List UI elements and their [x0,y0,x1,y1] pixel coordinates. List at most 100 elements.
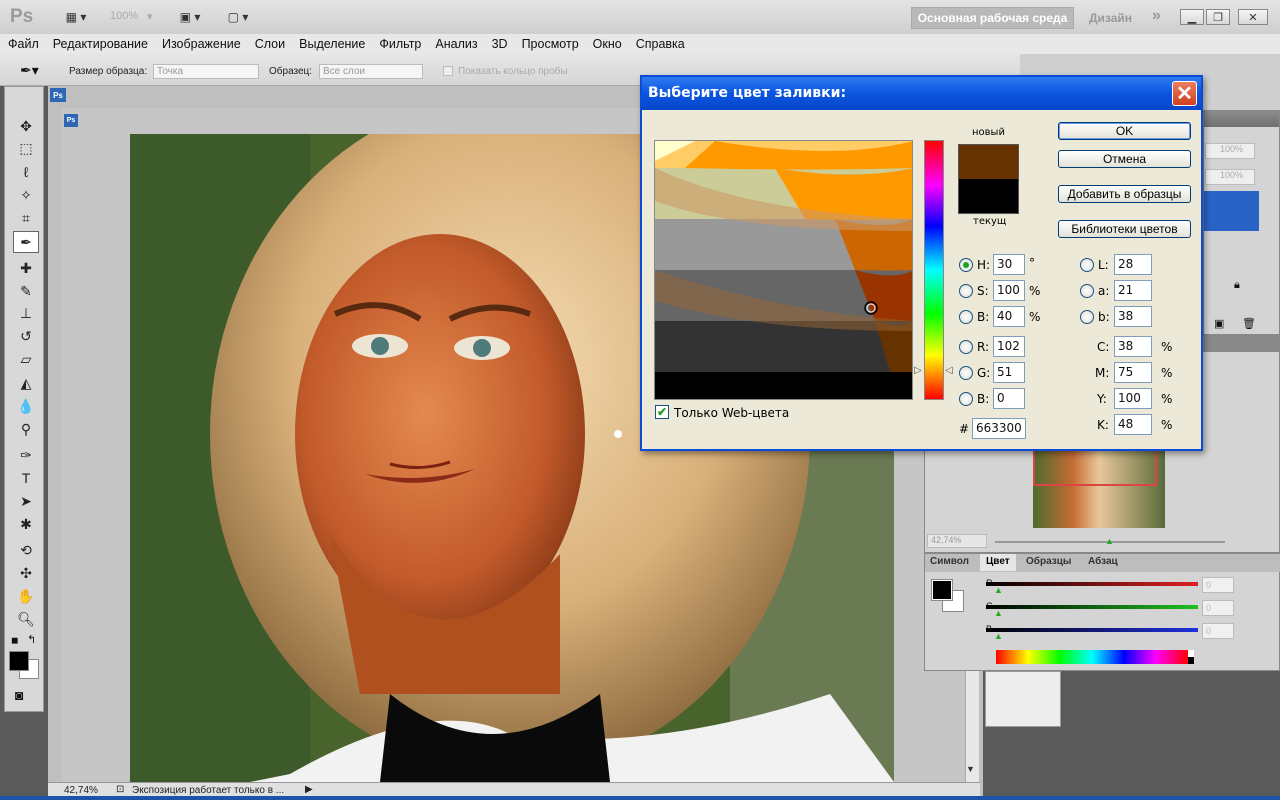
default-colors-icon[interactable]: ◼ [11,635,18,646]
show-ring-checkbox[interactable] [443,66,453,76]
hue-slider[interactable] [924,140,944,400]
g-slider[interactable] [986,605,1198,609]
b-slider[interactable] [986,628,1198,632]
h-field[interactable]: 30 [993,254,1025,275]
blur-tool-icon[interactable]: 💧 [13,395,39,417]
menu-filter[interactable]: Фильтр [379,37,421,51]
b-field[interactable]: 40 [993,306,1025,327]
delete-layer-icon[interactable]: 🗑︎ [1242,317,1256,330]
b-value-field[interactable]: 0 [1202,623,1234,639]
lasso-tool-icon[interactable]: ℓ [13,161,39,183]
a-field[interactable]: 21 [1114,280,1152,301]
panel-fg-color-swatch[interactable] [931,579,953,601]
add-to-swatches-button[interactable]: Добавить в образцы [1058,185,1191,203]
pen-tool-icon[interactable]: ✑ [13,444,39,466]
menu-help[interactable]: Справка [636,37,685,51]
g-value-field[interactable]: 0 [1202,600,1234,616]
arrange-documents-icon[interactable]: ▣ ▾ [172,8,208,26]
swap-colors-icon[interactable]: ↰ [27,633,36,646]
blue-radio[interactable] [959,392,973,406]
hue-slider-right-arrow[interactable]: ◁ [945,365,953,376]
b-slider-handle[interactable]: ▲ [994,631,1003,641]
eyedropper-preset-icon[interactable]: ✒▾ [20,62,39,79]
workspace-more-icon[interactable]: » [1152,7,1161,25]
3d-orbit-icon[interactable]: ✣ [13,562,39,584]
menu-3d[interactable]: 3D [492,37,508,51]
quick-select-tool-icon[interactable]: ✧ [13,184,39,206]
navigator-zoom-field[interactable]: 42,74% [927,534,987,548]
status-menu-icon[interactable]: ▶ [305,784,313,795]
zoom-level[interactable]: 100% [110,10,138,22]
c-field[interactable]: 38 [1114,336,1152,357]
dodge-tool-icon[interactable]: ⚲ [13,418,39,440]
menu-image[interactable]: Изображение [162,37,241,51]
paint-bucket-icon[interactable]: ◭ [13,372,39,394]
quick-mask-icon[interactable]: ◙ [15,687,23,703]
crop-tool-icon[interactable]: ⌗ [13,207,39,229]
tab-color[interactable]: Цвет [980,554,1016,571]
blue-field[interactable]: 0 [993,388,1025,409]
status-info-icon[interactable]: ⊡ [116,784,124,795]
sample-size-select[interactable]: Точка [153,64,259,79]
stamp-tool-icon[interactable]: ⊥ [13,302,39,324]
h-radio[interactable] [959,258,973,272]
layer-row-selected[interactable] [1204,191,1259,231]
navigator-view-box[interactable] [1033,448,1157,486]
fill-field[interactable]: 100% [1205,169,1255,185]
foreground-color-swatch[interactable] [9,651,29,671]
bridge-icon[interactable]: ▦ ▾ [58,8,94,26]
bw-ramp[interactable] [1188,650,1194,664]
opacity-field[interactable]: 100% [1205,143,1255,159]
lab-b-field[interactable]: 38 [1114,306,1152,327]
menu-view[interactable]: Просмотр [522,37,579,51]
r-field[interactable]: 102 [993,336,1025,357]
shape-tool-icon[interactable]: ✱ [13,513,39,535]
k-field[interactable]: 48 [1114,414,1152,435]
r-slider[interactable] [986,582,1198,586]
screen-mode-icon[interactable]: ▢ ▾ [220,8,256,26]
move-tool-icon[interactable]: ✥ [13,115,39,137]
zoom-tool-icon[interactable]: 🔍︎ [13,608,39,630]
r-radio[interactable] [959,340,973,354]
r-slider-handle[interactable]: ▲ [994,585,1003,595]
menu-layers[interactable]: Слои [255,37,285,51]
restore-icon[interactable]: ❐ [1206,9,1230,25]
menu-select[interactable]: Выделение [299,37,365,51]
web-colors-checkbox[interactable]: ✔ [655,405,669,419]
tab-character[interactable]: Символ [924,554,975,571]
path-select-icon[interactable]: ➤ [13,490,39,512]
color-spectrum-ramp[interactable] [996,650,1188,664]
a-radio[interactable] [1080,284,1094,298]
current-color-swatch[interactable] [958,179,1019,214]
hand-tool-icon[interactable]: ✋ [13,585,39,607]
s-field[interactable]: 100 [993,280,1025,301]
document-tab-icon[interactable]: Ps [50,88,66,102]
new-layer-icon[interactable]: ▣ [1214,317,1224,330]
marquee-tool-icon[interactable]: ⬚ [13,137,39,159]
menu-window[interactable]: Окно [593,37,622,51]
history-brush-icon[interactable]: ↺ [13,325,39,347]
menu-edit[interactable]: Редактирование [53,37,148,51]
color-field[interactable] [654,140,913,400]
b-radio[interactable] [959,310,973,324]
m-field[interactable]: 75 [1114,362,1152,383]
navigator-slider-handle[interactable]: ▲ [1105,536,1114,546]
l-field[interactable]: 28 [1114,254,1152,275]
s-radio[interactable] [959,284,973,298]
zoom-dropdown-icon[interactable]: ▾ [147,10,153,23]
hex-field[interactable]: 663300 [972,418,1026,439]
sample-select[interactable]: Все слои [319,64,423,79]
menu-analysis[interactable]: Анализ [435,37,477,51]
g-field[interactable]: 51 [993,362,1025,383]
ok-button[interactable]: OK [1058,122,1191,140]
hue-slider-left-arrow[interactable]: ▷ [914,365,922,376]
tab-paragraph[interactable]: Абзац [1082,554,1124,571]
3d-rotate-icon[interactable]: ⟲ [13,539,39,561]
minimize-icon[interactable]: ▁ [1180,9,1204,25]
workspace-design-button[interactable]: Дизайн [1089,11,1132,25]
g-slider-handle[interactable]: ▲ [994,608,1003,618]
color-libraries-button[interactable]: Библиотеки цветов [1058,220,1191,238]
g-radio[interactable] [959,366,973,380]
l-radio[interactable] [1080,258,1094,272]
healing-tool-icon[interactable]: ✚ [13,257,39,279]
